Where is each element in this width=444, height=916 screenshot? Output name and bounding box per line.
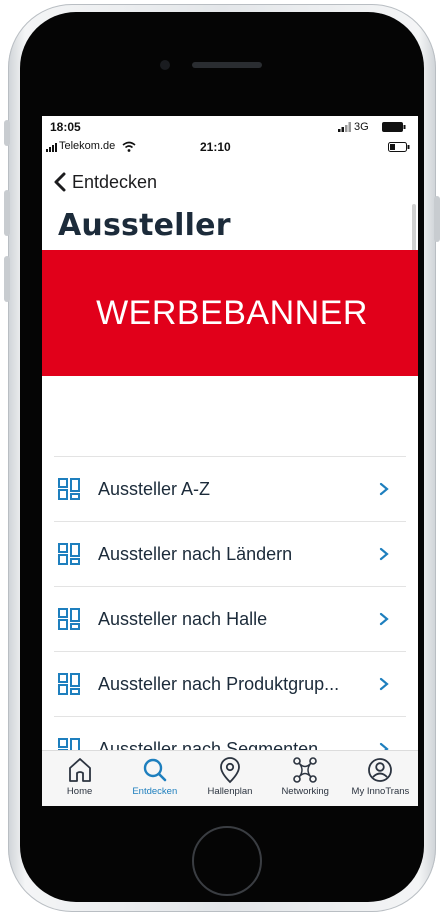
side-button-volume-up (4, 190, 10, 236)
status-bar-carrier: Telekom.de 21:10 (42, 138, 418, 158)
status-bar-top: 18:05 3G (42, 116, 418, 138)
list-item-aussteller-halle[interactable]: Aussteller nach Halle (54, 586, 406, 651)
home-icon (68, 758, 91, 782)
location-pin-icon (220, 757, 240, 784)
wifi-icon (122, 141, 136, 152)
tab-label: My InnoTrans (351, 786, 410, 797)
status-time-top: 18:05 (50, 120, 81, 134)
grid-icon (58, 543, 80, 565)
navigation-bar: Entdecken (42, 164, 418, 200)
tab-networking[interactable]: Networking (268, 751, 343, 806)
chevron-right-icon (379, 677, 389, 691)
search-icon (143, 758, 167, 782)
grid-icon (58, 608, 80, 630)
chevron-right-icon (379, 482, 389, 496)
tab-label: Entdecken (132, 786, 178, 797)
tab-home[interactable]: Home (42, 751, 117, 806)
battery-icon (382, 122, 406, 132)
carrier-name: Telekom.de (59, 140, 116, 152)
tab-entdecken[interactable]: Entdecken (117, 751, 192, 806)
tab-label: Home (66, 786, 93, 797)
front-camera (160, 60, 170, 70)
list-item-aussteller-produktgruppen[interactable]: Aussteller nach Produktgrup... (54, 651, 406, 716)
user-icon (368, 758, 393, 782)
chevron-right-icon (379, 547, 389, 561)
list-item-label: Aussteller nach Produktgrup... (98, 673, 340, 694)
signal-bars-icon (338, 122, 351, 132)
side-button-power (434, 196, 440, 242)
grid-icon (58, 478, 80, 500)
ad-banner[interactable]: WERBEBANNER (42, 250, 418, 376)
network-icon (293, 757, 318, 783)
exhibitor-menu-list: Aussteller A-Z Aussteller nach Ländern A… (54, 456, 406, 781)
list-item-label: Aussteller nach Halle (98, 608, 268, 629)
network-type: 3G (354, 121, 369, 133)
tab-bar: Home Entdecken Hallenplan Networking My … (42, 750, 418, 806)
tab-label: Networking (281, 786, 329, 797)
status-time-center: 21:10 (200, 140, 231, 154)
page-title: Aussteller (58, 208, 231, 243)
grid-icon (58, 673, 80, 695)
tab-label: Hallenplan (207, 786, 253, 797)
list-item-aussteller-laender[interactable]: Aussteller nach Ländern (54, 521, 406, 586)
ad-banner-text: WERBEBANNER (96, 293, 368, 332)
battery-low-icon (388, 142, 410, 152)
chevron-right-icon (379, 612, 389, 626)
back-button[interactable]: Entdecken (72, 172, 157, 193)
tab-my-innotrans[interactable]: My InnoTrans (343, 751, 418, 806)
list-item-aussteller-az[interactable]: Aussteller A-Z (54, 456, 406, 521)
list-item-label: Aussteller nach Ländern (98, 543, 293, 564)
app-screen: 18:05 3G Telekom.de 21:10 Entdecken Auss… (42, 116, 418, 806)
chevron-left-icon[interactable] (50, 170, 72, 194)
home-button[interactable] (192, 826, 262, 896)
earpiece-speaker (192, 62, 262, 68)
list-item-label: Aussteller A-Z (98, 478, 211, 499)
side-button-volume-down (4, 256, 10, 302)
tab-hallenplan[interactable]: Hallenplan (192, 751, 267, 806)
side-button-top (4, 120, 10, 146)
signal-bars-icon (46, 143, 57, 152)
